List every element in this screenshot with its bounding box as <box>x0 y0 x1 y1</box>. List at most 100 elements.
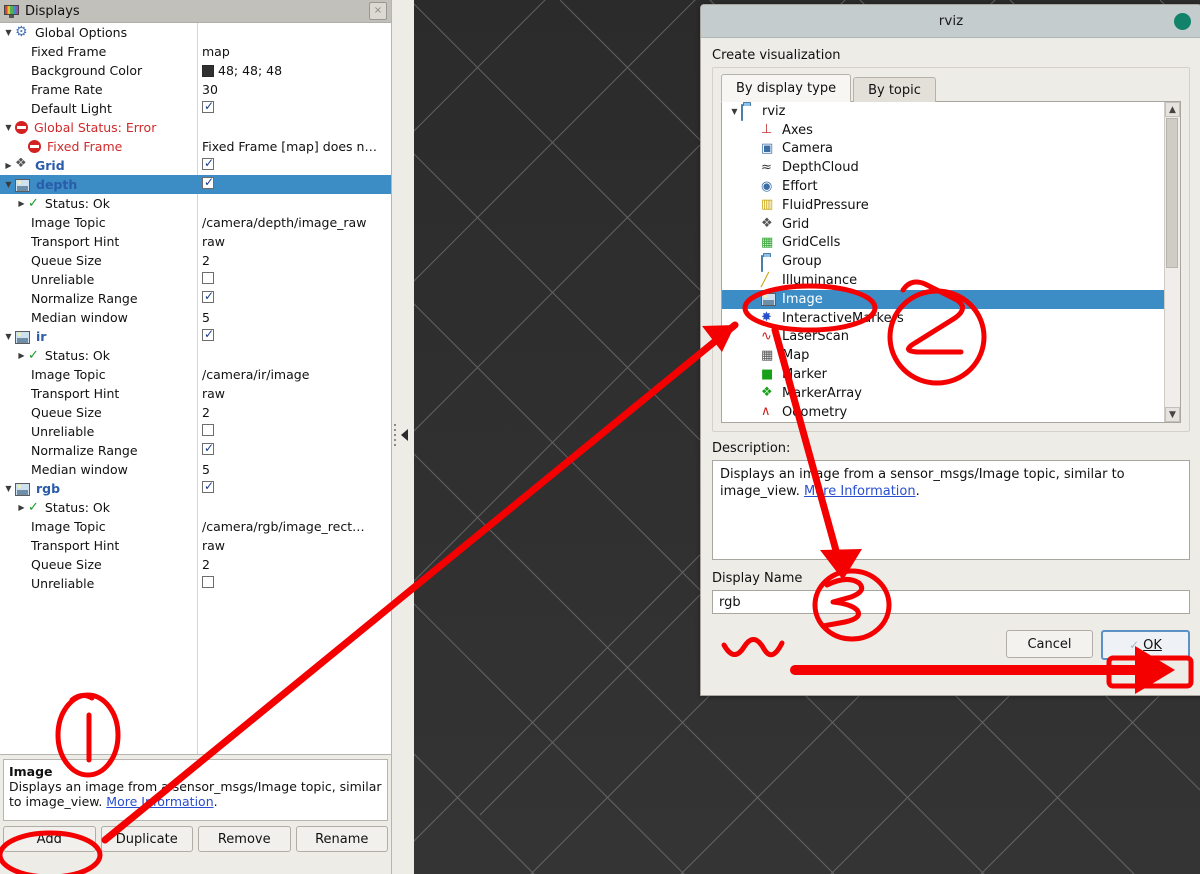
display-type-item[interactable]: ❖ Grid <box>722 215 1180 234</box>
tree-row-value[interactable] <box>197 576 391 591</box>
tree-row-value[interactable]: raw <box>197 538 391 553</box>
tree-row[interactable]: ▼ depth <box>0 175 391 194</box>
checkbox-checked[interactable] <box>202 291 214 303</box>
tree-row-value[interactable] <box>197 101 391 116</box>
tree-row-value[interactable]: 30 <box>197 82 391 97</box>
display-type-item[interactable]: ⊥ Axes <box>722 121 1180 140</box>
checkbox-checked[interactable] <box>202 101 214 113</box>
displays-tree[interactable]: ▼ Global Options Fixed Frame map Background … <box>0 23 391 755</box>
display-type-item[interactable]: ∿ LaserScan <box>722 328 1180 347</box>
duplicate-button[interactable]: Duplicate <box>100 826 193 852</box>
chevron-right-icon[interactable]: ▶ <box>2 161 15 170</box>
tree-row-value[interactable]: 2 <box>197 405 391 420</box>
tree-row[interactable]: Median window 5 <box>0 308 391 327</box>
chevron-down-icon[interactable]: ▼ <box>2 180 15 189</box>
tree-row[interactable]: Queue Size 2 <box>0 555 391 574</box>
chevron-down-icon[interactable]: ▼ <box>2 332 15 341</box>
tree-row[interactable]: Queue Size 2 <box>0 403 391 422</box>
chevron-down-icon[interactable]: ▼ <box>728 107 741 116</box>
display-type-item[interactable]: ■ Marker <box>722 365 1180 384</box>
chevron-down-icon[interactable]: ▼ <box>2 28 15 37</box>
color-swatch[interactable] <box>202 65 214 77</box>
remove-button[interactable]: Remove <box>198 826 291 852</box>
display-type-item[interactable]: ≈ DepthCloud <box>722 158 1180 177</box>
panel-splitter[interactable] <box>392 0 414 874</box>
tree-row[interactable]: Normalize Range <box>0 441 391 460</box>
tree-row[interactable]: Image Topic/camera/depth/image_raw <box>0 213 391 232</box>
tree-row-value[interactable] <box>197 424 391 439</box>
tree-row[interactable]: Queue Size 2 <box>0 251 391 270</box>
tree-row[interactable]: Transport Hint raw <box>0 232 391 251</box>
dialog-titlebar[interactable]: rviz <box>701 5 1200 38</box>
display-type-item[interactable]: ❖ MarkerArray <box>722 384 1180 403</box>
display-type-item[interactable]: ▣ Camera <box>722 140 1180 159</box>
tree-row[interactable]: Normalize Range <box>0 289 391 308</box>
tree-row[interactable]: Image Topic/camera/ir/image <box>0 365 391 384</box>
checkbox-checked[interactable] <box>202 443 214 455</box>
display-type-scrollbar[interactable]: ▲ ▼ <box>1164 102 1180 422</box>
display-type-item[interactable]: ▦ Map <box>722 346 1180 365</box>
display-type-item[interactable]: Group <box>722 252 1180 272</box>
ok-button[interactable]: ✓ OK <box>1101 630 1190 660</box>
chevron-right-icon[interactable]: ▶ <box>15 351 28 360</box>
checkbox-checked[interactable] <box>202 177 214 189</box>
display-name-input[interactable]: rgb <box>712 590 1190 614</box>
tree-row[interactable]: Fixed Frame map <box>0 42 391 61</box>
chevron-right-icon[interactable]: ▶ <box>15 199 28 208</box>
tree-row-value[interactable]: raw <box>197 234 391 249</box>
tree-row-value[interactable] <box>197 177 391 192</box>
tree-row-value[interactable] <box>197 481 391 496</box>
dialog-more-information-link[interactable]: More Information <box>804 484 916 499</box>
tree-row[interactable]: Median window 5 <box>0 460 391 479</box>
chevron-down-icon[interactable]: ▼ <box>2 123 15 132</box>
scroll-up-icon[interactable]: ▲ <box>1165 102 1180 117</box>
tree-row[interactable]: ▶ ✓ Status: Ok <box>0 194 391 213</box>
tree-row-value[interactable]: map <box>197 44 391 59</box>
tree-row-value[interactable] <box>197 329 391 344</box>
tree-row-value[interactable] <box>197 272 391 287</box>
display-type-list[interactable]: ▼ rviz ⊥ Axes ▣ Camera ≈ DepthCloud ◉ Effort ▥ Flui… <box>721 101 1181 423</box>
tree-row[interactable]: Image Topic/camera/rgb/image_rect… <box>0 517 391 536</box>
scroll-down-icon[interactable]: ▼ <box>1165 407 1180 422</box>
tree-row[interactable]: ▶ Grid <box>0 156 391 175</box>
tree-row[interactable]: Transport Hint raw <box>0 384 391 403</box>
tree-row[interactable]: Default Light <box>0 99 391 118</box>
tree-row-value[interactable]: 5 <box>197 310 391 325</box>
tree-row[interactable]: Background Color 48; 48; 48 <box>0 61 391 80</box>
collapse-panel-button[interactable] <box>396 422 410 448</box>
tree-row-value[interactable]: raw <box>197 386 391 401</box>
tree-row-value[interactable] <box>197 158 391 173</box>
rename-button[interactable]: Rename <box>295 826 388 852</box>
cancel-button[interactable]: Cancel <box>1006 630 1093 658</box>
tree-row[interactable]: Unreliable <box>0 574 391 593</box>
scrollbar-thumb[interactable] <box>1166 118 1178 268</box>
tree-row[interactable]: ▼ Global Status: Error <box>0 118 391 137</box>
display-type-item[interactable]: ✸ InteractiveMarkers <box>722 309 1180 328</box>
tree-row[interactable]: ▼ ir <box>0 327 391 346</box>
tree-row[interactable]: ▶ ✓ Status: Ok <box>0 346 391 365</box>
close-icon[interactable]: × <box>369 2 387 20</box>
display-type-item[interactable]: Image <box>722 289 1180 309</box>
checkbox-checked[interactable] <box>202 481 214 493</box>
display-type-item[interactable]: ▦ GridCells <box>722 234 1180 253</box>
tree-row[interactable]: Transport Hint raw <box>0 536 391 555</box>
tree-row-value[interactable]: 48; 48; 48 <box>197 63 391 78</box>
display-type-item[interactable]: ▼ rviz <box>722 102 1180 122</box>
checkbox-checked[interactable] <box>202 158 214 170</box>
tree-row-value[interactable]: /camera/rgb/image_rect… <box>197 519 391 534</box>
tree-row-value[interactable] <box>197 443 391 458</box>
chevron-down-icon[interactable]: ▼ <box>2 484 15 493</box>
checkbox-unchecked[interactable] <box>202 576 214 588</box>
chevron-right-icon[interactable]: ▶ <box>15 503 28 512</box>
display-type-item[interactable]: ∧ Odometry <box>722 403 1180 422</box>
tab-by-display-type[interactable]: By display type <box>721 74 852 102</box>
display-type-item[interactable]: ▥ FluidPressure <box>722 196 1180 215</box>
tree-row-value[interactable]: Fixed Frame [map] does n… <box>197 139 391 154</box>
tree-row[interactable]: Unreliable <box>0 422 391 441</box>
tree-row[interactable]: ▼ rgb <box>0 479 391 498</box>
tree-row[interactable]: Unreliable <box>0 270 391 289</box>
add-button[interactable]: Add <box>3 826 96 852</box>
tree-row-value[interactable]: /camera/depth/image_raw <box>197 215 391 230</box>
checkbox-checked[interactable] <box>202 329 214 341</box>
tree-row[interactable]: ▼ Global Options <box>0 23 391 42</box>
